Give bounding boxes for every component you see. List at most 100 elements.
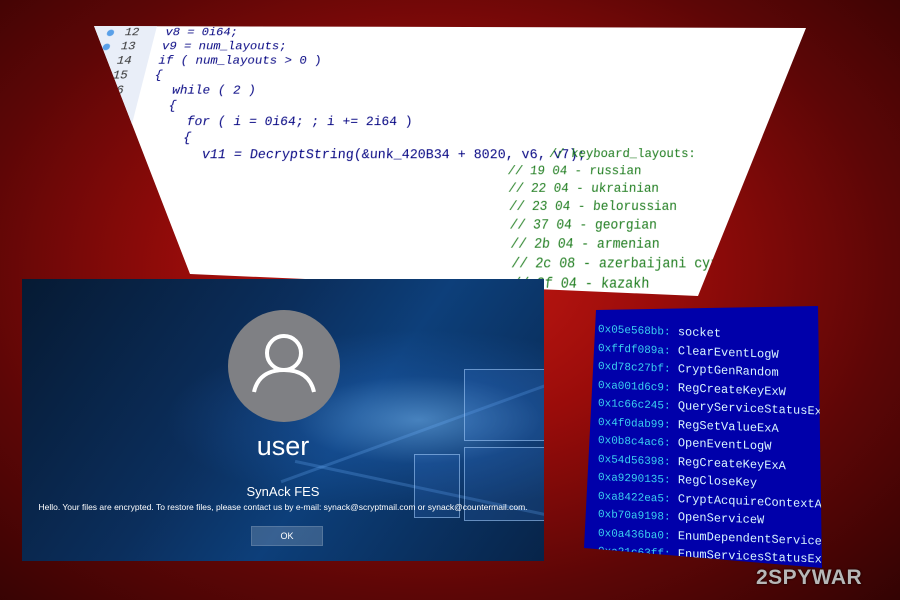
code-line: 21 // 19 04 - russian xyxy=(83,163,806,182)
api-function-name: RegSetValueExA xyxy=(677,417,779,436)
line-number: 23 xyxy=(73,199,95,217)
code-comment: // 37 04 - georgian xyxy=(509,218,659,234)
avatar xyxy=(228,310,340,422)
line-number: 14 xyxy=(114,54,134,68)
code-comment: // 23 04 - belorussian xyxy=(509,200,679,215)
code-comment: // 2c 08 - azerbaijani cyrillic xyxy=(511,256,760,273)
api-hash: 0xffdf089a: xyxy=(598,342,671,358)
api-function-name: RegCreateKeyExA xyxy=(677,454,786,473)
line-number: 24 xyxy=(94,217,108,235)
code-line: 24 // 37 04 - georgian xyxy=(94,217,806,237)
api-hash: 0x0b8c4ac6: xyxy=(598,435,671,450)
api-function-name: socket xyxy=(677,325,722,341)
api-hash: 0xa001d6c9: xyxy=(598,379,671,395)
code-line: 19 { xyxy=(92,130,806,147)
line-gutter: 26 xyxy=(94,255,99,276)
watermark-logo: 2SPYWAR xyxy=(756,566,863,589)
api-function-name: OpenEventLogW xyxy=(677,436,772,454)
line-number: 12 xyxy=(122,26,141,39)
api-hash-list-panel: 0x05e568bb: socket 0xffdf089a: ClearEvent… xyxy=(584,306,822,568)
line-gutter: 21 xyxy=(83,163,122,182)
line-gutter: 16 xyxy=(94,83,143,99)
breakpoint-dot-icon[interactable] xyxy=(94,87,99,95)
code-line: 14 if ( num_layouts > 0 ) xyxy=(94,54,806,69)
api-hash: 0xb70a9198: xyxy=(598,509,671,524)
ok-button[interactable]: OK xyxy=(251,526,323,546)
api-hash: 0xa9290135: xyxy=(598,472,671,487)
line-gutter: 13 xyxy=(94,39,154,55)
username-label: user xyxy=(256,431,310,461)
api-function-name: CryptGenRandom xyxy=(677,362,779,380)
code-comment: // 2b 04 - armenian xyxy=(510,237,661,253)
code-text: if ( num_layouts > 0 ) xyxy=(156,54,323,68)
code-text: { xyxy=(181,130,193,146)
line-gutter: 23 xyxy=(73,199,113,218)
lock-screen: user SynAck FES Hello. Your files are en… xyxy=(22,279,544,561)
line-number: 17 xyxy=(102,98,122,114)
api-hash: 0xa21c63ff: xyxy=(598,546,671,561)
line-gutter: 20 xyxy=(69,146,127,164)
line-number: 21 xyxy=(83,163,104,181)
code-line: 12 v8 = 0i64; xyxy=(94,26,806,40)
api-hash: 0xa8422ea5: xyxy=(598,490,671,506)
breakpoint-dot-icon[interactable] xyxy=(97,57,107,65)
line-gutter: 15 xyxy=(94,68,147,84)
line-gutter: 22 xyxy=(78,181,118,200)
api-function-name: EnumServicesStatusExW xyxy=(677,547,822,567)
code-text: while ( 2 ) xyxy=(170,83,257,98)
line-gutter: 17 xyxy=(94,98,139,115)
breakpoint-dot-icon[interactable] xyxy=(101,43,111,51)
code-line: 23 // 23 04 - belorussian xyxy=(73,199,806,218)
code-comment: // 19 04 - russian xyxy=(507,165,643,179)
breakpoint-dot-icon[interactable] xyxy=(69,151,79,159)
line-number: 16 xyxy=(106,83,126,98)
code-line: 15 { xyxy=(94,68,806,84)
code-text: { xyxy=(153,68,164,83)
code-text: v9 = num_layouts; xyxy=(160,39,288,54)
code-text: { xyxy=(166,98,178,114)
breakpoint-dot-icon[interactable] xyxy=(5,367,17,378)
api-function-name: RegCloseKey xyxy=(677,473,758,491)
code-line: 22 // 22 04 - ukrainian xyxy=(78,181,806,200)
line-gutter: 12 xyxy=(94,26,157,40)
api-hash: 0xd78c27bf: xyxy=(598,361,671,376)
ransom-message: Hello. Your files are encrypted. To rest… xyxy=(38,502,528,512)
code-comment: // keyboard_layouts: xyxy=(548,148,698,162)
api-hash: 0x1c66c245: xyxy=(598,398,671,413)
line-number: 13 xyxy=(118,39,138,54)
api-hash: 0x05e568bb: xyxy=(598,324,671,339)
code-line: 26 // 2c 08 - azerbaijani cyrillic xyxy=(94,255,806,276)
code-text: v11 = DecryptString(&unk_420B34 + 8020, … xyxy=(200,146,587,163)
api-hash: 0x4f0dab99: xyxy=(598,416,671,432)
line-number: 26 xyxy=(94,256,98,275)
line-gutter: 24 xyxy=(94,217,109,237)
code-comment: // 22 04 - ukrainian xyxy=(508,182,661,197)
api-function-name: ClearEventLogW xyxy=(677,343,779,362)
breakpoint-dot-icon[interactable] xyxy=(0,390,10,401)
api-function-name: OpenServiceW xyxy=(677,510,765,528)
line-gutter: 25 xyxy=(94,236,104,256)
line-number: 18 xyxy=(97,114,118,130)
breakpoint-dot-icon[interactable] xyxy=(105,29,115,37)
line-number: 19 xyxy=(92,130,113,146)
code-line: 25 // 2b 04 - armenian xyxy=(94,236,806,256)
line-gutter: 18 xyxy=(79,114,135,131)
code-text: for ( i = 0i64; ; i += 2i64 ) xyxy=(185,114,413,130)
api-hash: 0x54d56398: xyxy=(598,453,671,469)
line-gutter: 19 xyxy=(92,130,131,147)
code-line: 17 { xyxy=(94,98,806,115)
api-hash-list: 0x05e568bb: socket 0xffdf089a: ClearEvent… xyxy=(598,320,822,568)
api-function-name: QueryServiceStatusEx xyxy=(677,399,822,419)
line-number: 20 xyxy=(88,146,109,163)
breakpoint-dot-icon[interactable] xyxy=(0,414,3,425)
api-function-name: RegCreateKeyExW xyxy=(677,380,786,399)
ransom-title: SynAck FES xyxy=(246,484,320,499)
line-number: 22 xyxy=(78,181,100,198)
api-hash: 0x0a436ba0: xyxy=(598,527,671,543)
line-number: 15 xyxy=(110,68,130,83)
breakpoint-dot-icon[interactable] xyxy=(79,119,89,126)
code-line: 16 while ( 2 ) xyxy=(94,83,806,99)
line-gutter: 14 xyxy=(94,54,150,69)
code-text: v8 = 0i64; xyxy=(163,26,240,39)
code-line: 18 for ( i = 0i64; ; i += 2i64 ) xyxy=(79,114,806,131)
